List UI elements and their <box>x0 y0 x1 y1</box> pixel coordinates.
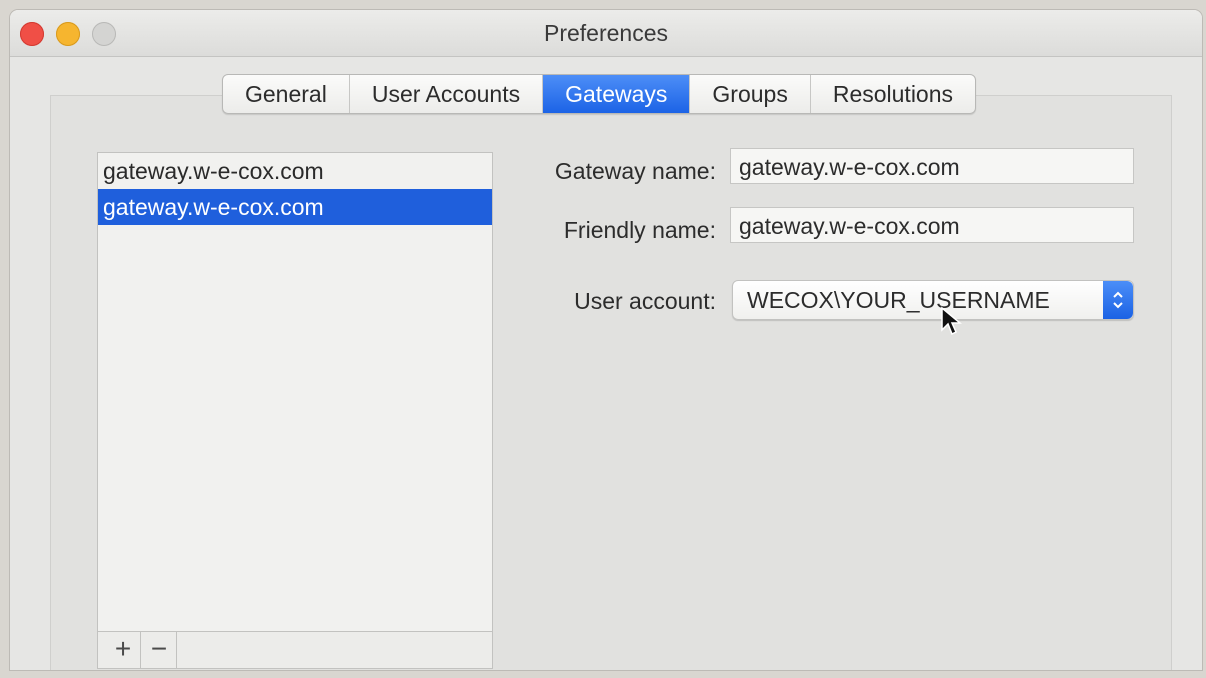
user-account-value: WECOX\YOUR_USERNAME <box>747 287 1050 313</box>
tab-bar: General User Accounts Gateways Groups Re… <box>222 74 977 114</box>
friendly-name-field[interactable]: gateway.w-e-cox.com <box>730 207 1134 243</box>
updown-chevron-icon <box>1103 281 1133 319</box>
preferences-window: Preferences General User Accounts Gatewa… <box>10 10 1202 670</box>
tab-general[interactable]: General <box>223 75 350 113</box>
user-account-popup[interactable]: WECOX\YOUR_USERNAME <box>732 280 1134 320</box>
list-footer: + − <box>98 631 492 668</box>
list-item[interactable]: gateway.w-e-cox.com <box>98 153 492 189</box>
add-gateway-button[interactable]: + <box>106 632 141 668</box>
tab-groups[interactable]: Groups <box>690 75 811 113</box>
title-bar: Preferences <box>10 10 1202 57</box>
gateway-name-label: Gateway name: <box>554 158 716 184</box>
mouse-pointer-icon <box>940 306 963 341</box>
window-title: Preferences <box>543 20 668 46</box>
tab-resolutions[interactable]: Resolutions <box>811 75 975 113</box>
gateway-name-field[interactable]: gateway.w-e-cox.com <box>730 148 1134 184</box>
gateway-list[interactable]: gateway.w-e-cox.com gateway.w-e-cox.com … <box>97 152 493 669</box>
remove-gateway-button[interactable]: − <box>142 632 177 668</box>
list-item-selected[interactable]: gateway.w-e-cox.com <box>98 189 492 225</box>
user-account-label: User account: <box>574 288 716 314</box>
tab-gateways[interactable]: Gateways <box>543 75 691 113</box>
friendly-name-label: Friendly name: <box>563 217 716 243</box>
tab-user-accounts[interactable]: User Accounts <box>350 75 544 113</box>
